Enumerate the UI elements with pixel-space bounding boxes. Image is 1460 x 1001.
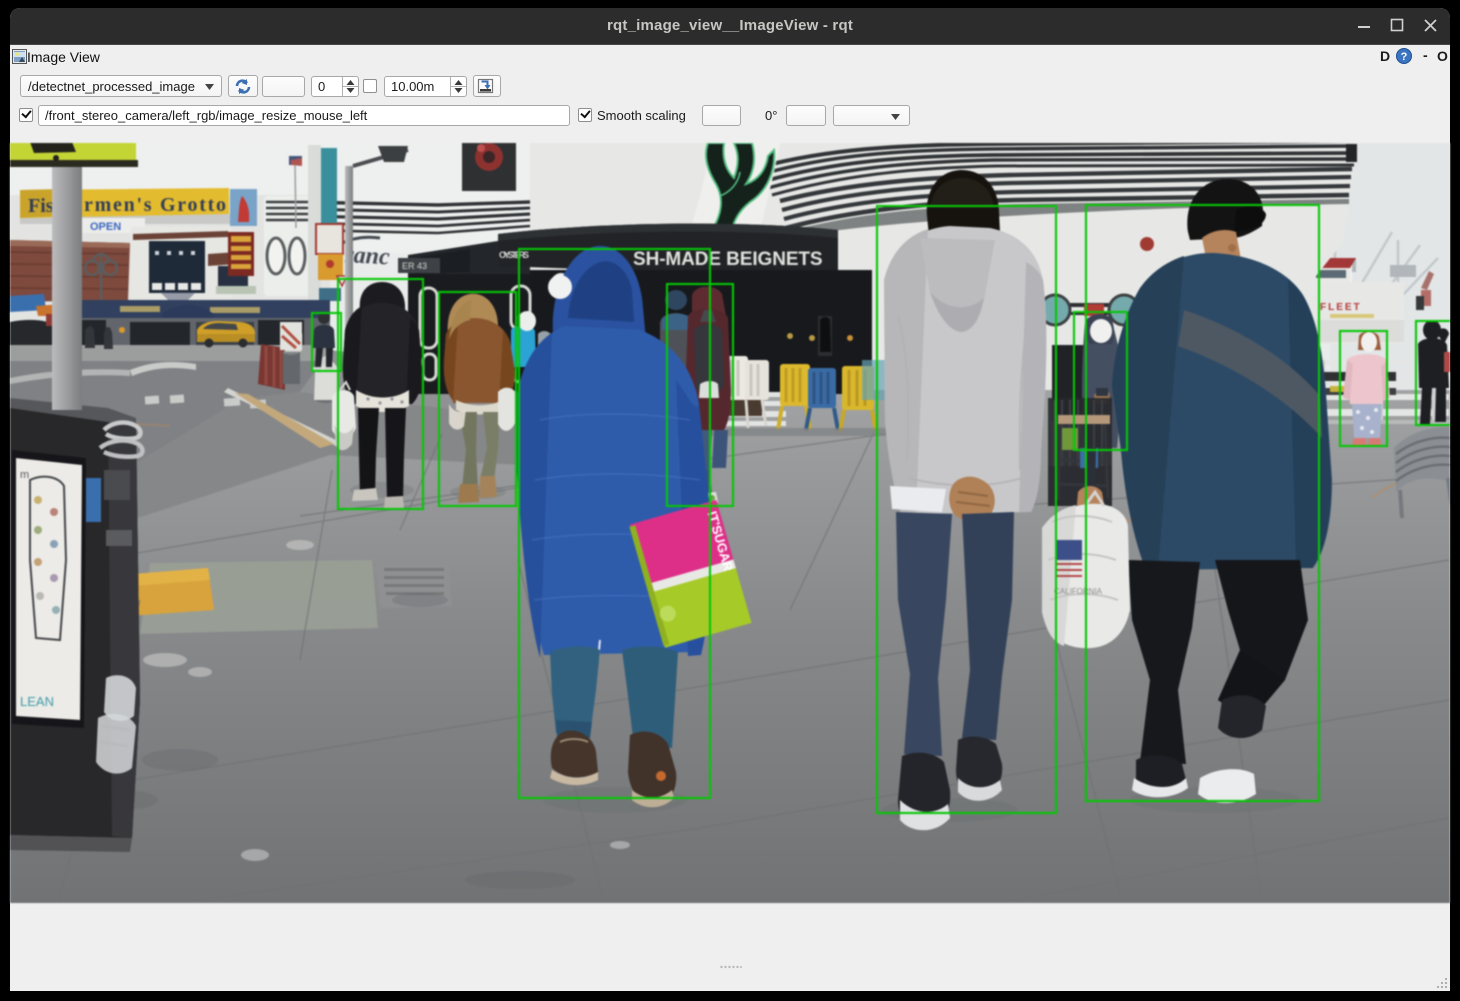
- svg-text:OPEN: OPEN: [90, 221, 121, 233]
- svg-text:ER 43: ER 43: [402, 261, 427, 271]
- svg-text:?: ?: [1401, 51, 1408, 63]
- svg-text:LEAN: LEAN: [20, 694, 54, 709]
- svg-text:rmen's Grotto: rmen's Grotto: [84, 194, 226, 216]
- svg-text:SH-MADE BEIGNETS: SH-MADE BEIGNETS: [633, 249, 823, 270]
- svg-text:CALIFORNIA: CALIFORNIA: [1054, 587, 1103, 596]
- svg-text:FLEET: FLEET: [1320, 302, 1362, 313]
- svg-text:OYSTERS: OYSTERS: [499, 250, 529, 260]
- svg-text:Fis: Fis: [28, 195, 54, 217]
- svg-text:m: m: [20, 469, 29, 481]
